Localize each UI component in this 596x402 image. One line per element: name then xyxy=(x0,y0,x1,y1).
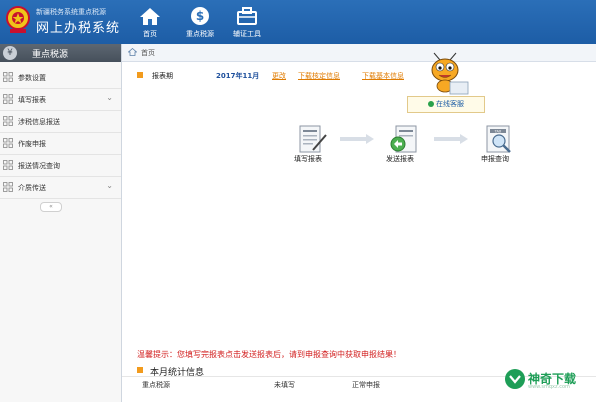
sidebar-item-fill-report[interactable]: 填写报表 ⌄ xyxy=(0,88,121,111)
fill-report-icon[interactable] xyxy=(297,124,329,154)
nav-home[interactable]: 首页 xyxy=(128,6,172,39)
nav-home-label: 首页 xyxy=(143,30,157,38)
sidebar-item-tax-info-submit[interactable]: 涉税信息报送 xyxy=(0,110,121,133)
sidebar-header: ¥ 重点税源 xyxy=(0,44,121,62)
sidebar-title: 重点税源 xyxy=(32,50,69,60)
change-period-link[interactable]: 更改 xyxy=(272,71,286,81)
online-service-button[interactable]: 在线客服 xyxy=(407,96,485,113)
arrow-right-icon xyxy=(340,134,374,144)
period-label: 报表期 xyxy=(152,72,173,80)
sidebar-item-label: 涉税信息报送 xyxy=(18,118,60,126)
nav-key-tax-source-label: 重点税源 xyxy=(186,30,214,38)
chevron-down-icon: ⌄ xyxy=(106,181,113,190)
download-basic-info-link[interactable]: 下载基本信息 xyxy=(362,71,404,81)
send-report-label: 发送报表 xyxy=(386,155,414,163)
sidebar-item-submission-query[interactable]: 报送情况查询 xyxy=(0,154,121,177)
sidebar-item-label: 介质传送 xyxy=(18,184,46,192)
sidebar-item-parameter-settings[interactable]: 参数设置 xyxy=(0,66,121,89)
ant-mascot-icon xyxy=(431,52,469,95)
download-verified-info-link[interactable]: 下载核定信息 xyxy=(298,71,340,81)
home-icon xyxy=(140,8,160,25)
top-header: 新疆税务系统重点税源 网上办税系统 首页 $ 重点税源 辅证工具 xyxy=(0,0,596,44)
toolbox-icon xyxy=(237,7,257,25)
sidebar-item-void-declaration[interactable]: 作废申报 xyxy=(0,132,121,155)
grid-icon xyxy=(3,116,13,126)
chevron-down-icon: ⌄ xyxy=(106,93,113,102)
sidebar: ¥ 重点税源 参数设置 填写报表 ⌄ 涉税信息报送 作废申报 报送情况查询 介质… xyxy=(0,44,122,402)
period-value: 2017年11月 xyxy=(216,72,260,80)
svg-text:$: $ xyxy=(196,9,204,23)
sidebar-item-media-transfer[interactable]: 介质传送 ⌄ xyxy=(0,176,121,199)
watermark-url: www.smqxz.com xyxy=(528,384,570,390)
watermark-icon xyxy=(505,369,525,389)
sidebar-item-label: 填写报表 xyxy=(18,96,46,104)
logo-title: 网上办税系统 xyxy=(36,21,121,36)
tax-emblem-icon xyxy=(6,6,30,33)
nav-tools-label: 辅证工具 xyxy=(233,30,261,38)
send-report-icon[interactable] xyxy=(388,124,420,154)
svg-text:TAX: TAX xyxy=(494,130,502,134)
watermark-logo: 神奇下载 www.smqxz.com xyxy=(504,366,588,392)
grid-icon xyxy=(3,160,13,170)
sidebar-item-label: 报送情况查询 xyxy=(18,162,60,170)
arrow-right-icon xyxy=(434,134,468,144)
grid-icon xyxy=(3,72,13,82)
grid-icon xyxy=(3,138,13,148)
online-service-label: 在线客服 xyxy=(436,100,464,108)
grid-icon xyxy=(3,182,13,192)
online-status-icon xyxy=(428,101,434,107)
sidebar-item-label: 作废申报 xyxy=(18,140,46,148)
stats-column-header: 正常申报 xyxy=(352,381,380,389)
query-report-icon[interactable]: TAX xyxy=(484,124,516,154)
section-marker-icon xyxy=(137,367,143,373)
home-icon xyxy=(128,48,137,56)
query-report-label: 申报查询 xyxy=(481,155,509,163)
grid-icon xyxy=(3,94,13,104)
fill-report-label: 填写报表 xyxy=(294,155,322,163)
sidebar-item-label: 参数设置 xyxy=(18,74,46,82)
section-marker-icon xyxy=(137,72,143,78)
nav-tools[interactable]: 辅证工具 xyxy=(225,6,269,39)
stats-column-header: 未填写 xyxy=(274,381,295,389)
logo-subtitle: 新疆税务系统重点税源 xyxy=(36,8,106,16)
breadcrumb: 首页 xyxy=(122,44,596,62)
warm-tip-text: 温馨提示：您填写完报表点击发送报表后，请到申报查询中获取申报结果！ xyxy=(137,350,401,359)
breadcrumb-home-link[interactable]: 首页 xyxy=(141,48,155,58)
yen-icon: ¥ xyxy=(3,46,17,60)
nav-key-tax-source[interactable]: $ 重点税源 xyxy=(178,6,222,39)
stats-column-header: 重点税源 xyxy=(142,381,170,389)
yuan-coin-icon: $ xyxy=(191,7,209,25)
sidebar-collapse-button[interactable]: « xyxy=(40,202,62,212)
